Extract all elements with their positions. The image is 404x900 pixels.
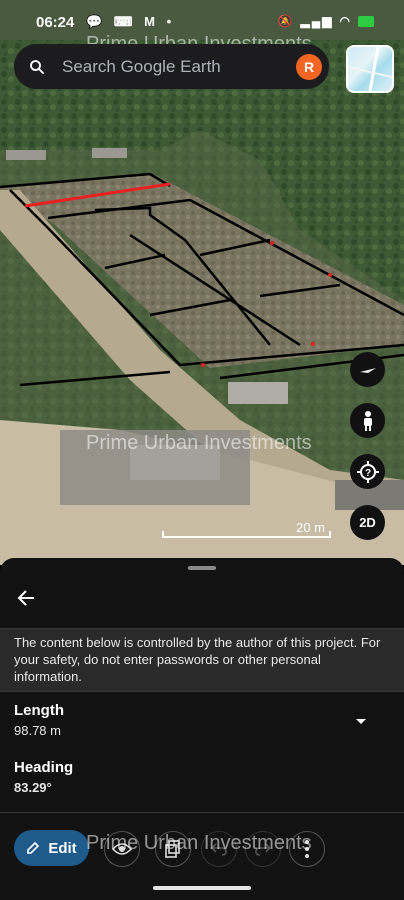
signal-icon: ▂▄▆ xyxy=(300,14,334,28)
search-input[interactable] xyxy=(60,55,274,78)
system-icons: 🔕 ▂▄▆ ◠ xyxy=(278,14,374,28)
notification-icons: 💬 ⌨ M • xyxy=(86,14,176,29)
mute-icon: 🔕 xyxy=(277,14,295,28)
heading-value: 83.29° xyxy=(14,780,52,795)
divider xyxy=(0,812,404,813)
back-arrow-icon[interactable] xyxy=(16,588,36,608)
location-question-icon: ? xyxy=(356,460,379,483)
scale-bar-line xyxy=(162,531,331,538)
length-value: 98.78 m xyxy=(14,723,61,738)
street-view-button[interactable] xyxy=(350,403,385,438)
map-style-icon xyxy=(348,47,392,91)
heading-label: Heading xyxy=(14,759,74,776)
status-bar: 06:24 💬 ⌨ M • 🔕 ▂▄▆ ◠ xyxy=(0,8,404,36)
chevron-down-icon[interactable] xyxy=(354,714,368,728)
safety-notice-text: The content below is controlled by the a… xyxy=(14,635,381,684)
compass-icon xyxy=(359,367,376,373)
battery-icon xyxy=(358,15,374,27)
safety-notice: The content below is controlled by the a… xyxy=(0,628,404,692)
search-bar[interactable]: R xyxy=(14,44,329,89)
svg-text:?: ? xyxy=(364,468,370,479)
pencil-icon xyxy=(27,841,40,854)
avatar[interactable]: R xyxy=(296,54,322,80)
pegman-icon xyxy=(363,410,372,431)
scale-bar: 20 m xyxy=(162,520,331,540)
compass-button[interactable] xyxy=(350,352,385,387)
edit-button-label: Edit xyxy=(48,839,77,857)
home-indicator[interactable] xyxy=(153,886,251,890)
view-mode-2d-button[interactable]: 2D xyxy=(350,505,385,540)
watermark: Prime Urban Investments xyxy=(86,432,312,454)
search-icon[interactable] xyxy=(28,58,46,76)
status-time: 06:24 xyxy=(36,14,75,31)
length-label: Length xyxy=(14,702,64,719)
watermark: Prime Urban Investments xyxy=(86,832,312,854)
sheet-drag-handle[interactable] xyxy=(188,566,216,570)
measurement-sheet: The content below is controlled by the a… xyxy=(0,558,404,900)
wifi-icon: ◠ xyxy=(339,14,352,28)
edit-button[interactable]: Edit xyxy=(14,830,89,866)
map-style-button[interactable] xyxy=(346,45,394,93)
my-location-button[interactable]: ? xyxy=(350,454,385,489)
